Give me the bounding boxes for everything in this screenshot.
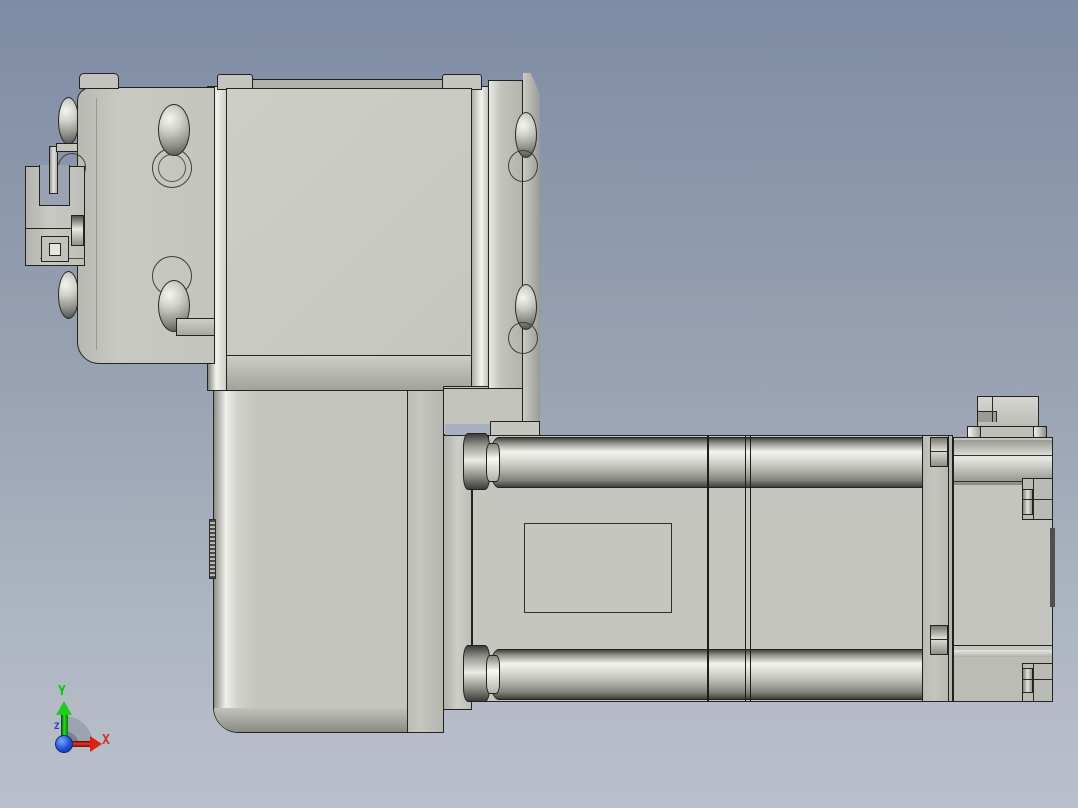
coupling-seam — [948, 436, 949, 701]
housing-seam-1 — [707, 436, 709, 701]
y-axis-arrowhead — [56, 701, 72, 715]
block-contour-line — [96, 98, 97, 350]
flange-washer-ring-top — [508, 150, 538, 182]
block-dome-screw-inner-top — [158, 104, 190, 156]
end-bolt-top-tip — [486, 443, 500, 482]
bracket-arm — [56, 143, 78, 152]
coupling-bolt-bottom — [930, 625, 948, 655]
motor-notch-br-hline — [1022, 679, 1053, 680]
block-mount-ear — [79, 73, 119, 89]
body-serial-label — [209, 519, 216, 579]
guide-rod-top[interactable] — [489, 437, 934, 488]
motor-mount-plate[interactable] — [226, 88, 472, 356]
motor-bottom-highlight — [954, 650, 1052, 657]
motor-notch-br-bolt — [1022, 668, 1033, 693]
face-label-recess — [524, 523, 672, 613]
block-dome-screw-left-top — [58, 97, 79, 145]
cad-viewport[interactable]: Z Y X — [0, 0, 1078, 808]
guide-rod-bottom[interactable] — [489, 649, 934, 700]
housing-seam-2b — [750, 436, 751, 701]
x-axis-arrowhead — [90, 736, 102, 752]
motor-notch-br-vline — [1033, 663, 1034, 702]
motor-notch-tr-bolt — [1022, 489, 1033, 515]
connector-notch — [978, 411, 997, 422]
x-axis-label: X — [102, 733, 110, 748]
y-axis-label: Y — [58, 684, 66, 699]
end-bolt-bottom-tip — [486, 655, 500, 694]
block-ledge-tab — [176, 318, 215, 336]
axis-triad[interactable]: Z Y X — [40, 680, 130, 760]
bracket-sensor-square-inner — [49, 243, 61, 256]
bracket-pin — [49, 146, 58, 194]
motor-right-tab — [1050, 528, 1055, 607]
connector-base-bolt-right — [1033, 426, 1047, 438]
vertical-gearbox-body[interactable] — [213, 390, 408, 733]
coupling-bolt-top-line — [931, 451, 947, 452]
motor-notch-tr-hline — [1022, 499, 1053, 500]
body-right-strip — [407, 390, 444, 733]
housing-seam-2a — [745, 436, 746, 701]
block-dome-screw-left-bottom — [58, 271, 79, 319]
bracket-knob — [71, 215, 84, 246]
motor-line-lower — [954, 645, 1052, 646]
body-bottom-shade — [214, 708, 407, 732]
connector-base-bolt-left — [967, 426, 981, 438]
motor-line-upper — [954, 455, 1052, 456]
connector-seam — [992, 397, 993, 422]
coupling-bolt-bottom-line — [931, 639, 947, 640]
motor-notch-tr-vline — [1033, 478, 1034, 520]
origin-sphere — [55, 735, 73, 753]
block-washer-ring-top-inner — [158, 154, 186, 182]
flange-washer-ring-bottom — [508, 322, 538, 354]
z-axis-label: Z — [54, 722, 60, 732]
coupling-bolt-top — [930, 437, 948, 467]
